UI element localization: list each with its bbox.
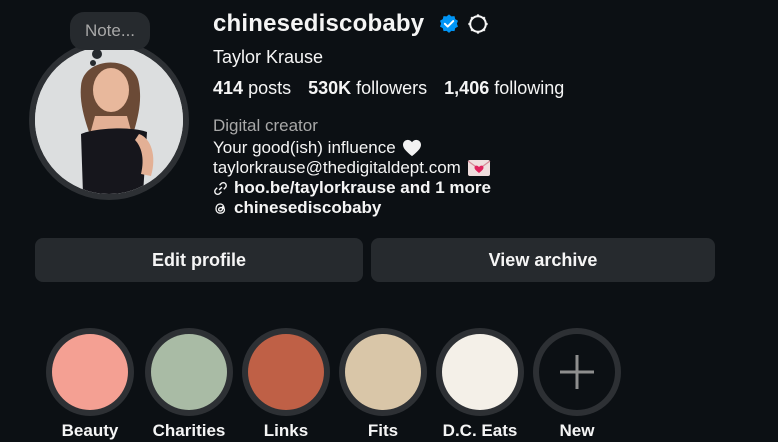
highlight-label: Fits [367, 421, 399, 440]
username: chinesediscobaby [213, 10, 425, 37]
bio-text-line1: Your good(ish) influence [213, 138, 396, 157]
profile-category: Digital creator [213, 116, 318, 135]
followers-label: followers [356, 78, 428, 98]
highlight-ring [533, 328, 621, 416]
plus-icon [560, 355, 594, 389]
highlight-cover [151, 334, 227, 410]
highlight-label: Charities [152, 421, 226, 440]
bio-email[interactable]: taylorkrause@thedigitaldept.com [213, 158, 461, 178]
highlight-item[interactable]: Beauty [46, 328, 134, 441]
threads-icon [215, 202, 226, 214]
avatar-ring[interactable] [29, 40, 189, 200]
highlight-label: Beauty [61, 421, 119, 440]
highlight-ring [436, 328, 524, 416]
profile-stats: 414 posts 530K followers 1,406 following [213, 78, 564, 99]
view-archive-button[interactable]: View archive [371, 238, 715, 282]
posts-count: 414 [213, 78, 244, 98]
highlight-ring [339, 328, 427, 416]
love-letter-icon [467, 160, 491, 176]
note-bubble[interactable]: Note... [70, 12, 150, 50]
posts-label: posts [248, 78, 292, 98]
white-heart-icon [402, 139, 421, 157]
link-icon [214, 181, 227, 195]
following-stat[interactable]: 1,406 following [444, 78, 564, 99]
highlight-cover [539, 334, 615, 410]
new-highlight-button[interactable]: New [533, 328, 621, 441]
highlight-label: D.C. Eats [442, 421, 518, 440]
note-bubble-tail [92, 49, 102, 59]
verified-badge-icon [440, 14, 458, 33]
highlight-item[interactable]: Charities [145, 328, 233, 441]
highlight-ring [242, 328, 330, 416]
note-bubble-tail-small [90, 60, 96, 66]
bio-line: taylorkrause@thedigitaldept.com [213, 158, 491, 178]
gear-icon[interactable] [467, 13, 489, 35]
highlight-item[interactable]: D.C. Eats [436, 328, 524, 441]
followers-count: 530K [308, 78, 352, 98]
bio: Your good(ish) influence taylorkrause@th… [213, 138, 491, 218]
highlight-cover [442, 334, 518, 410]
highlight-label: Links [263, 421, 309, 440]
following-count: 1,406 [444, 78, 490, 98]
edit-profile-button[interactable]: Edit profile [35, 238, 363, 282]
posts-stat: 414 posts [213, 78, 291, 99]
threads-username: chinesediscobaby [234, 198, 382, 217]
bio-line: Your good(ish) influence [213, 138, 491, 158]
avatar-photo [35, 46, 183, 194]
following-label: following [494, 78, 565, 98]
threads-link-row[interactable]: chinesediscobaby [213, 198, 491, 218]
highlight-ring [46, 328, 134, 416]
highlight-item[interactable]: Fits [339, 328, 427, 441]
highlight-cover [345, 334, 421, 410]
highlight-label: New [559, 421, 595, 440]
highlight-item[interactable]: Links [242, 328, 330, 441]
highlight-cover [52, 334, 128, 410]
full-name: Taylor Krause [213, 47, 324, 67]
highlight-cover [248, 334, 324, 410]
bio-link: hoo.be/taylorkrause and 1 more [234, 178, 491, 197]
followers-stat[interactable]: 530K followers [308, 78, 427, 99]
bio-link-row[interactable]: hoo.be/taylorkrause and 1 more [213, 178, 491, 198]
avatar[interactable] [35, 46, 183, 194]
note-text: Note... [84, 21, 136, 40]
highlight-ring [145, 328, 233, 416]
